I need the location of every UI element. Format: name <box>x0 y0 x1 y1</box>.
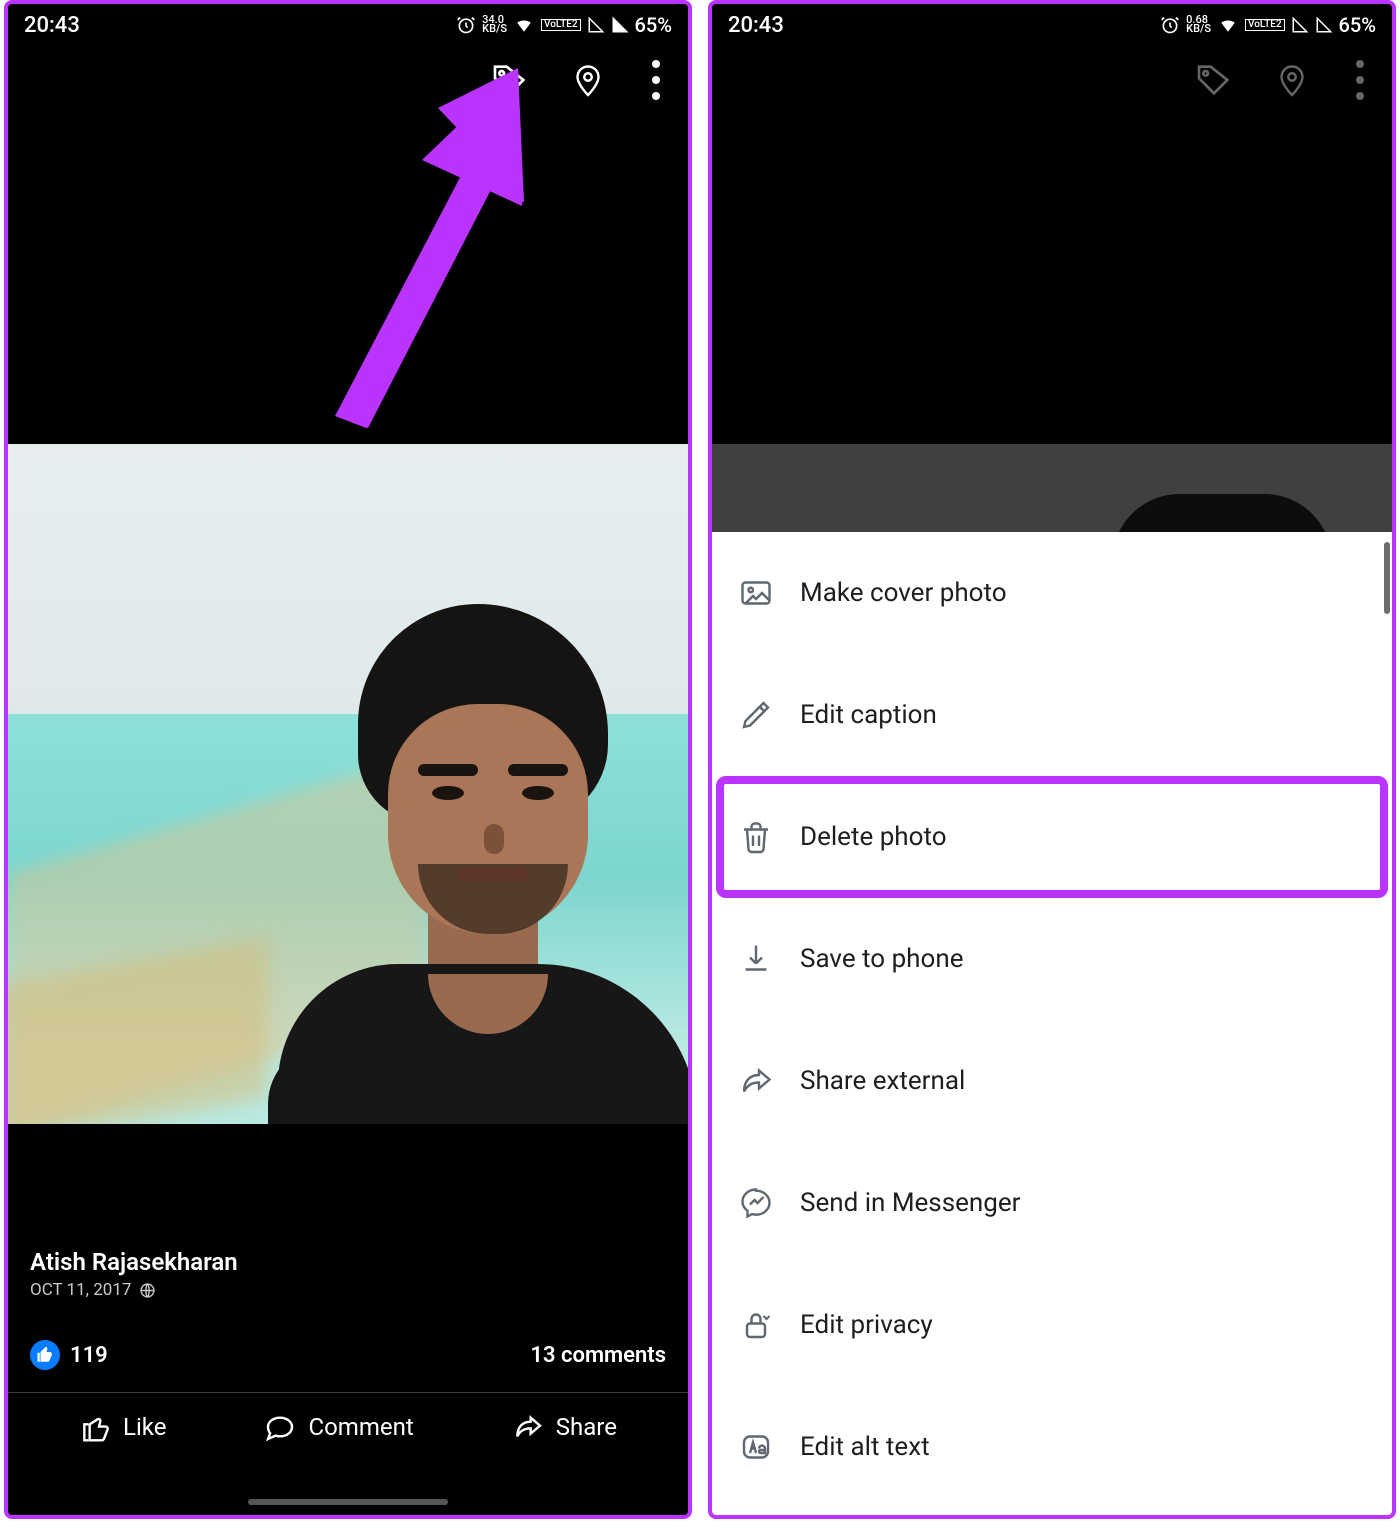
more-menu-button <box>1350 56 1370 104</box>
messenger-icon <box>738 1185 774 1221</box>
annotation-arrow <box>318 68 528 432</box>
menu-make-cover[interactable]: Make cover photo <box>712 532 1392 654</box>
post-info: Atish Rajasekharan OCT 11, 2017 119 13 c… <box>8 1248 688 1461</box>
alarm-icon <box>1160 15 1180 35</box>
signal-icon-2 <box>611 16 629 34</box>
menu-delete-photo[interactable]: Delete photo <box>712 776 1392 898</box>
post-date[interactable]: OCT 11, 2017 <box>30 1280 666 1300</box>
menu-share-external[interactable]: Share external <box>712 1020 1392 1142</box>
alt-text-icon <box>738 1429 774 1465</box>
photo-content[interactable] <box>8 444 688 1124</box>
menu-edit-privacy[interactable]: Edit privacy <box>712 1264 1392 1386</box>
menu-send-messenger[interactable]: Send in Messenger <box>712 1142 1392 1264</box>
alarm-icon <box>456 15 476 35</box>
globe-icon <box>139 1282 156 1299</box>
scrollbar[interactable] <box>1384 542 1390 614</box>
more-menu-button[interactable] <box>646 56 666 104</box>
comment-button[interactable]: Comment <box>264 1411 413 1443</box>
share-arrow-icon <box>738 1063 774 1099</box>
signal-icon-2 <box>1315 16 1333 34</box>
screenshot-right: 20:43 0.68KB/S VoLTE2 65% Make cover pho <box>708 0 1396 1519</box>
data-speed: 34.0KB/S <box>482 16 507 34</box>
like-icon <box>30 1340 60 1370</box>
lock-icon <box>738 1307 774 1343</box>
battery-level: 65% <box>1339 13 1376 37</box>
wifi-icon <box>513 16 535 34</box>
location-icon <box>1274 60 1310 100</box>
tag-icon[interactable] <box>490 60 530 100</box>
photo-toolbar <box>8 46 688 114</box>
menu-save-to-phone[interactable]: Save to phone <box>712 898 1392 1020</box>
image-icon <box>738 575 774 611</box>
status-bar: 20:43 34.0KB/S VoLTE2 65% <box>8 4 688 46</box>
menu-edit-alt-text[interactable]: Edit alt text <box>712 1386 1392 1508</box>
status-time: 20:43 <box>728 13 784 38</box>
download-icon <box>738 941 774 977</box>
photo-toolbar-dimmed <box>712 46 1392 114</box>
comments-count[interactable]: 13 comments <box>530 1343 666 1368</box>
signal-icon-1 <box>1291 16 1309 34</box>
likes-count[interactable]: 119 <box>30 1340 108 1370</box>
lte-badge: VoLTE2 <box>541 19 581 31</box>
signal-icon-1 <box>587 16 605 34</box>
pencil-icon <box>738 697 774 733</box>
tag-icon <box>1194 60 1234 100</box>
screenshot-left: 20:43 34.0KB/S VoLTE2 65% <box>4 0 692 1519</box>
like-button[interactable]: Like <box>79 1411 166 1443</box>
lte-badge: VoLTE2 <box>1245 19 1285 31</box>
location-icon[interactable] <box>570 60 606 100</box>
status-time: 20:43 <box>24 13 80 38</box>
post-author[interactable]: Atish Rajasekharan <box>30 1248 666 1276</box>
data-speed: 0.68KB/S <box>1186 16 1211 34</box>
wifi-icon <box>1217 16 1239 34</box>
home-indicator[interactable] <box>248 1499 448 1505</box>
trash-icon <box>738 819 774 855</box>
share-button[interactable]: Share <box>512 1411 617 1443</box>
battery-level: 65% <box>635 13 672 37</box>
menu-edit-caption[interactable]: Edit caption <box>712 654 1392 776</box>
options-sheet: Make cover photo Edit caption Delete pho… <box>712 532 1392 1515</box>
status-bar: 20:43 0.68KB/S VoLTE2 65% <box>712 4 1392 46</box>
